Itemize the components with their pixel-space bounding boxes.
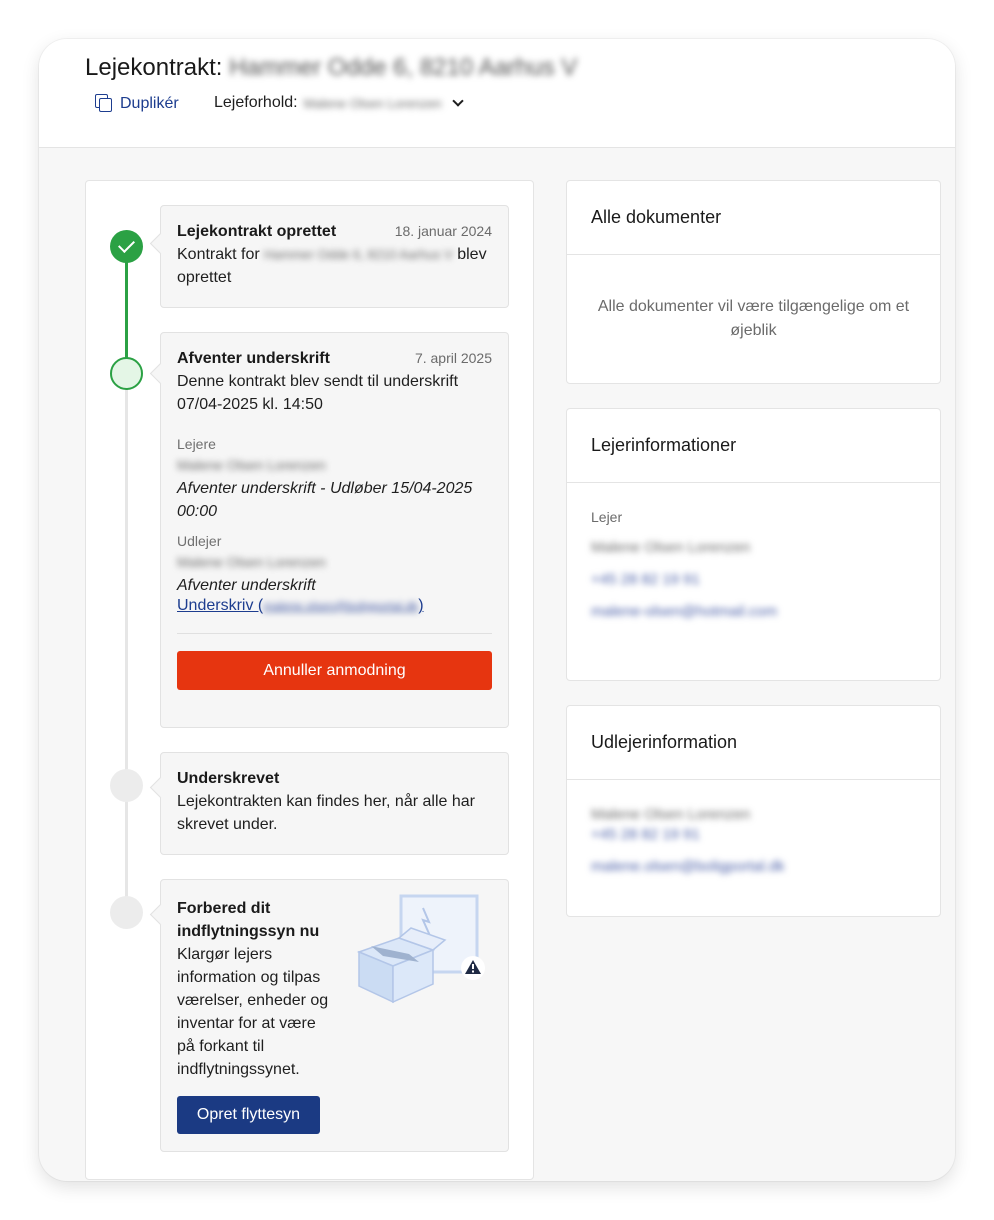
title-address: Hammer Odde 6, 8210 Aarhus V	[229, 54, 578, 81]
duplicate-button[interactable]: Duplikér	[95, 94, 179, 113]
step-date: 7. april 2025	[414, 350, 492, 366]
landlord-phone[interactable]: +45 28 82 19 91	[567, 812, 940, 844]
sign-link[interactable]: Underskriv (malene.olsen@boligportal.dk)	[177, 597, 492, 615]
tenant-email[interactable]: malene-olsen@hotmail.com	[567, 589, 940, 621]
moving-box-illustration	[356, 894, 485, 1004]
tenant-status: Afventer underskrift - Udløber 15/04-202…	[177, 480, 473, 520]
tenants-label: Lejere	[177, 436, 216, 452]
copy-icon	[95, 94, 114, 113]
landlord-info-title: Udlejerinformation	[567, 706, 940, 780]
timeline-panel: Lejekontrakt oprettet 18. januar 2024 Ko…	[85, 180, 534, 1180]
cancel-request-button[interactable]: Annuller anmodning	[177, 651, 492, 690]
lease-page-card: Lejekontrakt: Hammer Odde 6, 8210 Aarhus…	[39, 39, 955, 1181]
step-text: Lejekontrakten kan findes her, når alle …	[177, 793, 475, 833]
step-date: 18. januar 2024	[394, 223, 492, 239]
title-prefix: Lejekontrakt:	[85, 54, 223, 81]
step-contract-created: Lejekontrakt oprettet 18. januar 2024 Ko…	[160, 205, 509, 308]
step-text-prefix: Kontrakt for	[177, 246, 260, 263]
landlord-label: Udlejer	[177, 533, 222, 549]
step-title: Lejekontrakt oprettet	[177, 223, 337, 240]
prep-text-block: Forbered dit indflytningssyn nu Klargør …	[177, 897, 337, 1081]
step-text: Klargør lejers information og tilpas vær…	[177, 946, 329, 1078]
step-signed: Underskrevet Lejekontrakten kan findes h…	[160, 752, 509, 855]
tenant-phone[interactable]: +45 28 82 19 91	[567, 557, 940, 589]
lease-value: Malene Olsen Lorenzen	[303, 95, 442, 111]
step-text: Denne kontrakt blev sendt til underskrif…	[177, 373, 459, 413]
step-awaiting-signature: Afventer underskrift 7. april 2025 Denne…	[160, 332, 509, 728]
landlord-email[interactable]: malene.olsen@boligportal.dk	[567, 844, 940, 876]
chevron-down-icon	[451, 95, 464, 107]
timeline-dot-pending	[110, 769, 143, 802]
step-prepare-inspection: Forbered dit indflytningssyn nu Klargør …	[160, 879, 509, 1152]
step-title: Afventer underskrift	[177, 350, 330, 367]
sign-link-prefix: Underskriv (	[177, 597, 264, 614]
documents-message: Alle dokumenter vil være tilgængelige om…	[597, 298, 910, 339]
landlord-info-card: Udlejerinformation Malene Olsen Lorenzen…	[566, 705, 941, 917]
landlord-name: Malene Olsen Lorenzen	[177, 554, 326, 570]
divider	[177, 633, 492, 634]
landlord-status: Afventer underskrift	[177, 577, 316, 594]
create-inspection-button[interactable]: Opret flyttesyn	[177, 1096, 320, 1134]
step-text-address: Hammer Odde 6, 8210 Aarhus V	[264, 247, 453, 262]
lease-label: Lejeforhold:	[214, 94, 298, 111]
tenant-name: Malene Olsen Lorenzen	[591, 539, 751, 556]
timeline-dot-active	[110, 357, 143, 390]
tenant-info-card: Lejerinformationer Lejer Malene Olsen Lo…	[566, 408, 941, 681]
step-title: Underskrevet	[177, 770, 280, 787]
documents-card: Alle dokumenter Alle dokumenter vil være…	[566, 180, 941, 384]
page-header: Lejekontrakt: Hammer Odde 6, 8210 Aarhus…	[39, 39, 955, 148]
documents-title: Alle dokumenter	[567, 181, 940, 255]
page-title: Lejekontrakt: Hammer Odde 6, 8210 Aarhus…	[85, 54, 577, 82]
step-text: Kontrakt for Hammer Odde 6, 8210 Aarhus …	[177, 243, 492, 289]
duplicate-label: Duplikér	[120, 94, 179, 112]
timeline-dot-pending	[110, 896, 143, 929]
landlord-name: Malene Olsen Lorenzen	[591, 806, 751, 823]
step-title: Forbered dit indflytningssyn nu	[177, 900, 320, 940]
timeline-line	[125, 376, 128, 916]
tenant-info-title: Lejerinformationer	[567, 409, 940, 483]
lease-selector[interactable]: Lejeforhold: Malene Olsen Lorenzen	[214, 94, 464, 112]
tenant-label: Lejer	[591, 509, 623, 525]
sign-link-email: malene.olsen@boligportal.dk	[263, 599, 419, 613]
check-icon	[110, 230, 143, 263]
sign-link-suffix: )	[418, 597, 424, 614]
tenant-name: Malene Olsen Lorenzen	[177, 457, 326, 473]
